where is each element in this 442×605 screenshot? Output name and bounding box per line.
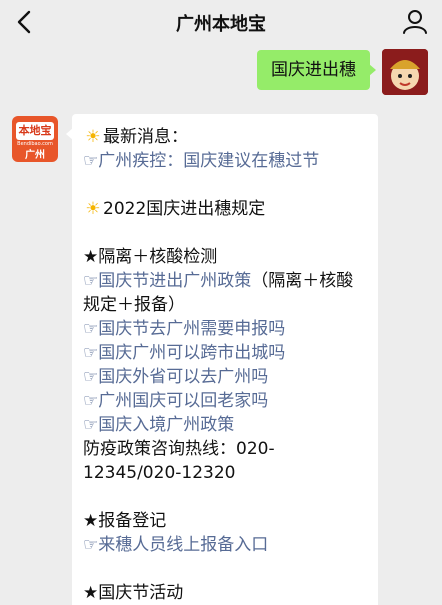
logo-text: 本地宝 — [16, 122, 54, 140]
user-avatar[interactable] — [382, 49, 428, 95]
top-bar: 广州本地宝 — [0, 0, 442, 44]
hometown-link[interactable]: 广州国庆可以回老家吗 — [98, 391, 268, 411]
sun-icon: ☀ — [85, 127, 101, 147]
list-item: ☞广州国庆可以回老家吗 — [83, 389, 367, 413]
policy-link[interactable]: 国庆节进出广州政策 — [98, 271, 251, 291]
list-item: ☞来穗人员线上报备入口 — [83, 533, 367, 557]
news-link-line: ☞广州疾控：国庆建议在穗过节 — [83, 149, 367, 173]
sent-message[interactable]: 国庆进出穗 — [257, 50, 376, 90]
news-heading: 最新消息： — [103, 127, 188, 147]
declare-link[interactable]: 国庆节去广州需要申报吗 — [98, 319, 285, 339]
pointing-hand-icon: ☞ — [83, 151, 99, 171]
policy-link-line: ☞国庆节进出广州政策（隔离＋核酸规定＋报备） — [83, 269, 367, 317]
section2-title: ★报备登记 — [83, 511, 167, 531]
hotline-line1: 防疫政策咨询热线：020- — [83, 439, 275, 459]
logo-city: 广州 — [25, 150, 45, 161]
sent-message-text: 国庆进出穗 — [257, 50, 376, 90]
hotline-line2: 12345/020-12320 — [83, 463, 236, 483]
sun-icon: ☀ — [85, 199, 101, 219]
list-item: ☞国庆入境广州政策 — [83, 413, 367, 437]
registration-link[interactable]: 来穗人员线上报备入口 — [98, 535, 268, 555]
pointing-hand-icon: ☞ — [83, 271, 99, 291]
list-item: ☞国庆外省可以去广州吗 — [83, 365, 367, 389]
pointing-hand-icon: ☞ — [83, 391, 99, 411]
news-link[interactable]: 广州疾控：国庆建议在穗过节 — [98, 151, 319, 171]
rules-heading-line: ☀ 2022国庆进出穗规定 — [83, 197, 367, 221]
reply-message: ☀ 最新消息： ☞广州疾控：国庆建议在穗过节 ☀ 2022国庆进出穗规定 ★隔离＋核… — [66, 114, 378, 605]
section3-title: ★国庆节活动 — [83, 583, 184, 603]
inbound-link[interactable]: 国庆入境广州政策 — [98, 415, 234, 435]
cartoon-avatar-icon — [382, 49, 428, 95]
pointing-hand-icon: ☞ — [83, 535, 99, 555]
account-avatar[interactable]: 本地宝 Bendibao.com 广州 — [12, 116, 58, 162]
pointing-hand-icon: ☞ — [83, 319, 99, 339]
news-heading-line: ☀ 最新消息： — [83, 125, 367, 149]
pointing-hand-icon: ☞ — [83, 367, 99, 387]
list-item: ☞国庆广州可以跨市出城吗 — [83, 341, 367, 365]
section1-title: ★隔离＋核酸检测 — [83, 247, 218, 267]
cross-city-link[interactable]: 国庆广州可以跨市出城吗 — [98, 343, 285, 363]
pointing-hand-icon: ☞ — [83, 343, 99, 363]
rules-heading: 2022国庆进出穗规定 — [103, 199, 266, 219]
pointing-hand-icon: ☞ — [83, 415, 99, 435]
user-icon[interactable] — [402, 8, 428, 36]
list-item: ☞国庆节去广州需要申报吗 — [83, 317, 367, 341]
other-province-link[interactable]: 国庆外省可以去广州吗 — [98, 367, 268, 387]
page-title: 广州本地宝 — [176, 14, 266, 35]
